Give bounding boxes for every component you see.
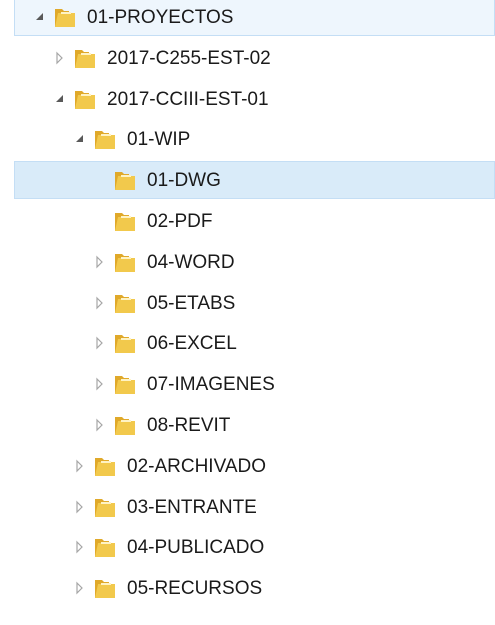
folder-tree: 01-PROYECTOS 2017-C255-EST-02 2017-CCIII-E… (0, 0, 495, 625)
folder-icon (73, 89, 97, 111)
tree-item-05-etabs[interactable]: 05-ETABS (14, 284, 495, 322)
tree-item-label: 06-EXCEL (147, 333, 237, 355)
tree-item-label: 08-REVIT (147, 415, 231, 436)
tree-item-label: 03-ENTRANTE (127, 496, 257, 518)
tree-item-01-proyectos[interactable]: 01-PROYECTOS (14, 0, 495, 36)
collapsed-arrow-icon[interactable] (93, 255, 107, 269)
tree-item-label: 02-ARCHIVADO (127, 455, 267, 477)
folder-icon (113, 170, 137, 192)
tree-item-03-entrante[interactable]: 03-ENTRANTE (14, 488, 495, 526)
collapsed-arrow-icon[interactable] (73, 540, 87, 554)
folder-icon (113, 415, 137, 437)
folder-icon (53, 7, 77, 29)
folder-icon (113, 374, 137, 396)
folder-icon (73, 48, 97, 70)
tree-item-label: 01-PROYECTOS (87, 7, 234, 28)
folder-icon (93, 129, 117, 151)
expanded-arrow-icon[interactable] (73, 132, 87, 146)
folder-icon (113, 211, 137, 233)
tree-item-label: 2017-CCIII-EST-01 (107, 88, 269, 110)
collapsed-arrow-icon[interactable] (73, 581, 87, 595)
tree-item-label: 04-PUBLICADO (127, 537, 265, 559)
collapsed-arrow-icon[interactable] (93, 418, 107, 432)
folder-icon (93, 456, 117, 478)
tree-item-01-wip[interactable]: 01-WIP (14, 120, 495, 158)
tree-item-label: 04-WORD (147, 251, 235, 273)
tree-item-08-revit[interactable]: 08-REVIT (14, 406, 495, 444)
collapsed-arrow-icon[interactable] (93, 336, 107, 350)
tree-item-04-word[interactable]: 04-WORD (14, 243, 495, 281)
collapsed-arrow-icon[interactable] (73, 500, 87, 514)
folder-icon (113, 252, 137, 274)
collapsed-arrow-icon[interactable] (73, 459, 87, 473)
tree-item-05-recursos[interactable]: 05-RECURSOS (14, 569, 495, 607)
expanded-arrow-icon[interactable] (33, 10, 47, 24)
collapsed-arrow-icon[interactable] (93, 377, 107, 391)
folder-icon (113, 293, 137, 315)
collapsed-arrow-icon[interactable] (53, 51, 67, 65)
folder-icon (93, 578, 117, 600)
tree-item-04-publicado[interactable]: 04-PUBLICADO (14, 528, 495, 566)
tree-item-label: 01-DWG (147, 170, 221, 192)
collapsed-arrow-icon[interactable] (93, 296, 107, 310)
tree-item-02-archivado[interactable]: 02-ARCHIVADO (14, 447, 495, 485)
folder-icon (93, 537, 117, 559)
tree-item-label: 2017-C255-EST-02 (107, 47, 271, 69)
tree-item-01-dwg[interactable]: 01-DWG (14, 161, 495, 200)
tree-item-label: 05-ETABS (147, 292, 236, 314)
expanded-arrow-icon[interactable] (53, 92, 67, 106)
tree-item-label: 02-PDF (147, 211, 213, 232)
tree-item-06-excel[interactable]: 06-EXCEL (14, 324, 495, 362)
tree-item-2017-c255-est-02[interactable]: 2017-C255-EST-02 (14, 39, 495, 77)
tree-item-07-imagenes[interactable]: 07-IMAGENES (14, 365, 495, 403)
tree-item-label: 01-WIP (127, 129, 191, 151)
tree-item-label: 07-IMAGENES (147, 374, 275, 396)
tree-item-label: 05-RECURSOS (127, 578, 263, 600)
tree-item-02-pdf[interactable]: 02-PDF (14, 202, 495, 240)
folder-icon (113, 333, 137, 355)
tree-item-2017-cciii-est-01[interactable]: 2017-CCIII-EST-01 (14, 80, 495, 118)
folder-icon (93, 497, 117, 519)
